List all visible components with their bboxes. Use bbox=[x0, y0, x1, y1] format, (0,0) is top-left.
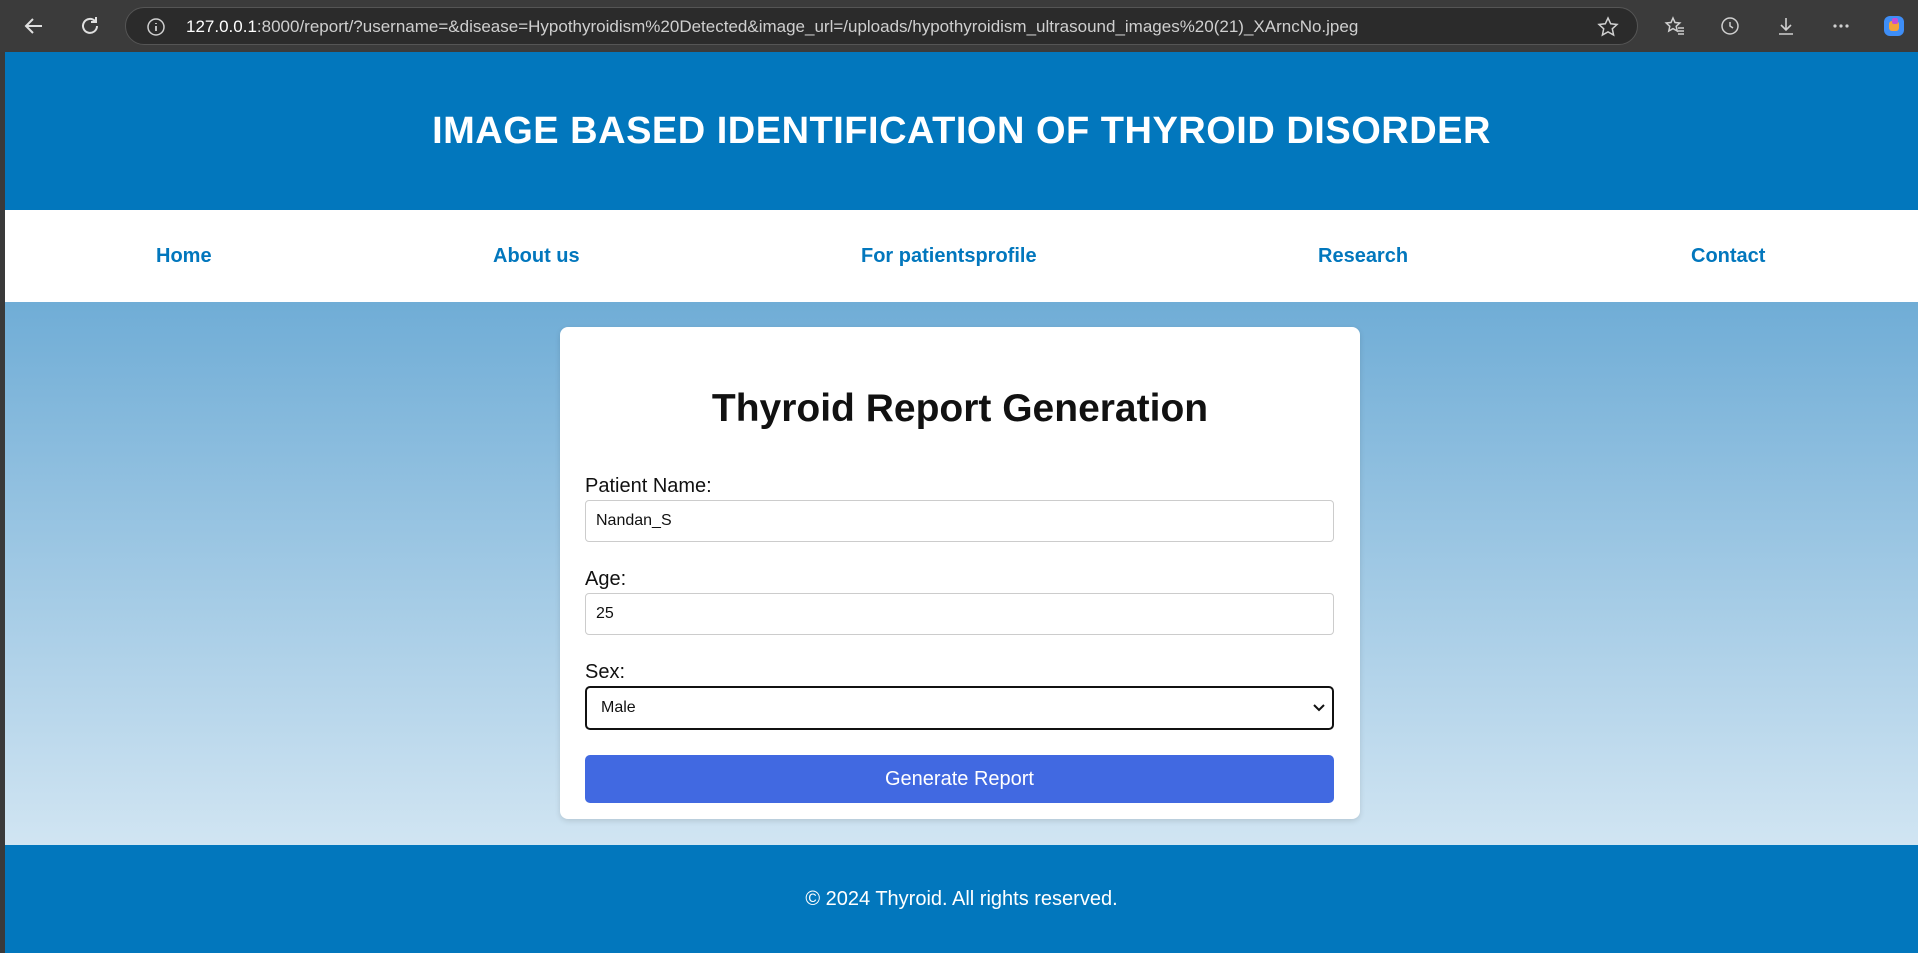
reload-icon[interactable] bbox=[74, 10, 106, 42]
download-icon[interactable] bbox=[1770, 10, 1802, 42]
site-title: IMAGE BASED IDENTIFICATION OF THYROID DI… bbox=[432, 109, 1491, 152]
age-label: Age: bbox=[585, 568, 627, 590]
nav-home[interactable]: Home bbox=[156, 245, 212, 268]
address-bar[interactable]: 127.0.0.1:8000/report/?username=&disease… bbox=[125, 7, 1638, 45]
patient-name-label: Patient Name: bbox=[585, 475, 712, 497]
url-text[interactable]: 127.0.0.1:8000/report/?username=&disease… bbox=[186, 17, 1358, 37]
url-host: 127.0.0.1 bbox=[186, 17, 257, 36]
browser-toolbar: 127.0.0.1:8000/report/?username=&disease… bbox=[0, 0, 1918, 52]
favorites-icon[interactable] bbox=[1659, 10, 1691, 42]
chevron-down-icon bbox=[1312, 701, 1326, 720]
url-path: :8000/report/?username=&disease=Hypothyr… bbox=[256, 17, 1359, 36]
web-page: IMAGE BASED IDENTIFICATION OF THYROID DI… bbox=[5, 52, 1918, 953]
back-icon[interactable] bbox=[18, 10, 50, 42]
main-nav: Home About us For patientsprofile Resear… bbox=[5, 210, 1918, 302]
footer-copyright: © 2024 Thyroid. All rights reserved. bbox=[805, 887, 1118, 910]
site-footer: © 2024 Thyroid. All rights reserved. bbox=[5, 845, 1918, 953]
generate-report-button[interactable]: Generate Report bbox=[585, 755, 1334, 803]
info-icon[interactable] bbox=[146, 17, 166, 42]
nav-patients-profile[interactable]: For patientsprofile bbox=[861, 245, 1037, 268]
age-input[interactable] bbox=[585, 593, 1334, 635]
more-icon[interactable] bbox=[1825, 10, 1857, 42]
report-form-card: Thyroid Report Generation Patient Name: … bbox=[560, 327, 1360, 819]
nav-contact[interactable]: Contact bbox=[1691, 245, 1765, 268]
nav-research[interactable]: Research bbox=[1318, 245, 1408, 268]
history-icon[interactable] bbox=[1714, 10, 1746, 42]
site-header: IMAGE BASED IDENTIFICATION OF THYROID DI… bbox=[5, 52, 1918, 210]
form-title: Thyroid Report Generation bbox=[711, 387, 1209, 430]
sex-select-value: Male bbox=[601, 699, 636, 716]
patient-name-input[interactable] bbox=[585, 500, 1334, 542]
star-icon[interactable] bbox=[1597, 16, 1619, 43]
sex-label: Sex: bbox=[585, 661, 626, 683]
sex-select[interactable]: Male bbox=[585, 686, 1334, 730]
copilot-icon[interactable] bbox=[1878, 10, 1910, 42]
nav-about-us[interactable]: About us bbox=[493, 245, 580, 268]
